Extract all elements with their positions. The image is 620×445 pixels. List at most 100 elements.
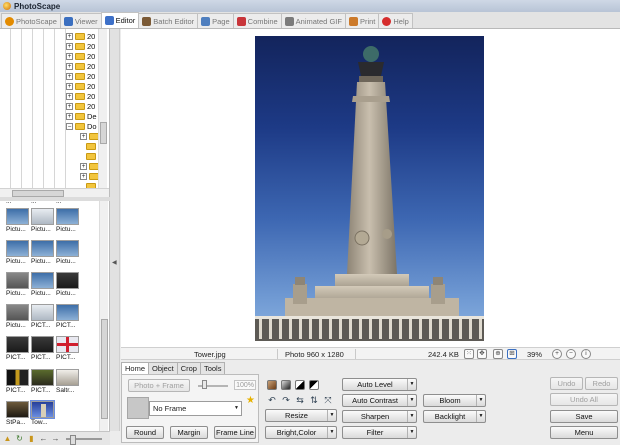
zoom-actual-icon[interactable]: ⊕ — [493, 349, 503, 359]
thumbnail[interactable]: Pictu... — [56, 272, 79, 297]
margin-button[interactable]: Margin — [170, 426, 208, 439]
expand-icon[interactable]: + — [66, 62, 73, 70]
chevron-down-icon[interactable]: ▼ — [407, 379, 416, 390]
info-icon[interactable]: i — [581, 349, 591, 359]
thumbnail[interactable]: PICT... — [31, 304, 54, 329]
chevron-down-icon[interactable]: ▼ — [407, 411, 416, 422]
tab-animated-gif[interactable]: Animated GIF — [280, 13, 346, 28]
tab-page[interactable]: Page — [197, 13, 234, 28]
chevron-down-icon[interactable]: ▼ — [476, 411, 485, 422]
refresh-icon[interactable]: ↻ — [15, 434, 24, 443]
tree-item[interactable]: − Do — [66, 121, 97, 131]
black-white-icon[interactable] — [295, 380, 305, 390]
zoom-fit-icon[interactable]: ⊞ — [507, 349, 517, 359]
tree-item[interactable]: +20 — [66, 101, 95, 111]
thumbnail[interactable]: Pictu... — [31, 208, 54, 233]
grayscale-icon[interactable] — [281, 380, 291, 390]
tree-item[interactable]: +20 — [66, 51, 95, 61]
open-folder-icon[interactable]: ▮ — [27, 434, 36, 443]
thumbnail-list[interactable]: ... ... ... Pictu... Pictu... Pictu... P… — [0, 201, 110, 431]
flip-horizontal-icon[interactable]: ⇆ — [295, 395, 305, 405]
tree-item[interactable]: + — [80, 171, 99, 181]
zoom-out-icon[interactable]: − — [566, 349, 576, 359]
negative-icon[interactable] — [309, 380, 319, 390]
expand-icon[interactable]: + — [80, 132, 87, 140]
thumbnail[interactable]: Saltr... — [56, 369, 79, 394]
expand-icon[interactable]: + — [80, 172, 87, 180]
sepia-icon[interactable] — [267, 380, 277, 390]
chevron-down-icon[interactable]: ▼ — [407, 427, 416, 438]
collapse-arrow-icon[interactable]: ◀ — [112, 259, 117, 266]
thumbnail[interactable]: Tow... — [30, 400, 55, 426]
expand-icon[interactable]: + — [66, 42, 73, 50]
scrollbar-thumb[interactable] — [100, 122, 107, 144]
tree-item[interactable]: + De — [66, 111, 97, 121]
expand-icon[interactable]: + — [66, 72, 73, 80]
auto-contrast-button[interactable]: Auto Contrast ▼ — [342, 394, 417, 407]
thumbnail[interactable]: PICT... — [31, 369, 54, 394]
thumbnail[interactable]: StPa... — [6, 401, 29, 426]
thumbnail[interactable]: PICT... — [6, 336, 29, 361]
thumbnail[interactable]: PICT... — [56, 304, 79, 329]
tab-object[interactable]: Object — [148, 362, 178, 374]
menu-button[interactable]: Menu — [550, 426, 618, 439]
resize-button[interactable]: Resize ▼ — [265, 409, 337, 422]
tree-item[interactable]: +20 — [66, 41, 95, 51]
expand-icon[interactable]: + — [66, 102, 73, 110]
backlight-button[interactable]: Backlight ▼ — [423, 410, 486, 423]
chevron-down-icon[interactable]: ▼ — [407, 395, 416, 406]
fit-screen-icon[interactable]: ✥ — [477, 349, 487, 359]
tree-vertical-scrollbar[interactable] — [98, 29, 107, 197]
thumbnail[interactable]: Pictu... — [31, 272, 54, 297]
redo-button[interactable]: Redo — [585, 377, 618, 390]
tree-item[interactable]: +20 — [66, 61, 95, 71]
tab-home[interactable]: Home — [121, 362, 150, 374]
rotate-right-icon[interactable]: ↷ — [281, 395, 291, 405]
tab-print[interactable]: Print — [344, 13, 380, 28]
image-canvas[interactable] — [121, 29, 620, 347]
tab-editor[interactable]: Editor — [100, 12, 140, 28]
frame-line-button[interactable]: Frame Line — [214, 426, 256, 439]
filter-button[interactable]: Filter ▼ — [342, 426, 417, 439]
tab-viewer[interactable]: Viewer — [59, 13, 102, 28]
chevron-down-icon[interactable]: ▼ — [327, 427, 336, 438]
collapse-icon[interactable]: − — [66, 122, 73, 130]
tab-crop[interactable]: Crop — [176, 362, 201, 374]
thumbnail[interactable]: PICT... — [56, 336, 79, 361]
save-button[interactable]: Save — [550, 410, 618, 423]
expand-icon[interactable]: + — [66, 32, 73, 40]
favorite-star-icon[interactable]: ★ — [246, 396, 255, 406]
auto-level-button[interactable]: Auto Level ▼ — [342, 378, 417, 391]
panel-collapse-handle[interactable]: ◀ — [110, 29, 120, 431]
undo-all-button[interactable]: Undo All — [550, 393, 618, 406]
scrollbar-thumb[interactable] — [101, 319, 108, 419]
bloom-button[interactable]: Bloom ▼ — [423, 394, 486, 407]
back-arrow-icon[interactable]: ← — [39, 434, 48, 443]
sharpen-button[interactable]: Sharpen ▼ — [342, 410, 417, 423]
flip-vertical-icon[interactable]: ⇅ — [309, 395, 319, 405]
thumbnail[interactable]: PICT... — [31, 336, 54, 361]
tab-help[interactable]: Help — [378, 13, 413, 28]
tab-tools[interactable]: Tools — [199, 362, 226, 374]
thumbnail[interactable]: Pictu... — [31, 240, 54, 265]
folder-up-icon[interactable]: ▲ — [3, 434, 12, 443]
tree-item[interactable] — [86, 141, 96, 151]
grid-icon[interactable]: ⁙ — [464, 349, 474, 359]
thumbnail[interactable]: Pictu... — [6, 304, 29, 329]
tree-item[interactable] — [86, 151, 96, 161]
chevron-down-icon[interactable]: ▼ — [476, 395, 485, 406]
expand-icon[interactable]: + — [80, 162, 87, 170]
thumbnail[interactable]: Pictu... — [6, 208, 29, 233]
thumbnail[interactable]: PICT... — [6, 369, 29, 394]
thumbnail[interactable]: Pictu... — [6, 240, 29, 265]
tree-item[interactable]: +20 — [66, 31, 95, 41]
expand-icon[interactable]: + — [66, 52, 73, 60]
tab-batch-editor[interactable]: Batch Editor — [138, 13, 199, 28]
frame-percent[interactable]: 100% — [234, 380, 256, 390]
thumbnail[interactable]: Pictu... — [56, 240, 79, 265]
forward-arrow-icon[interactable]: → — [51, 434, 60, 443]
tree-horizontal-scrollbar[interactable] — [0, 188, 109, 197]
undo-button[interactable]: Undo — [550, 377, 583, 390]
straighten-icon[interactable]: ⤧ — [323, 395, 333, 405]
tree-item[interactable]: +20 — [66, 81, 95, 91]
